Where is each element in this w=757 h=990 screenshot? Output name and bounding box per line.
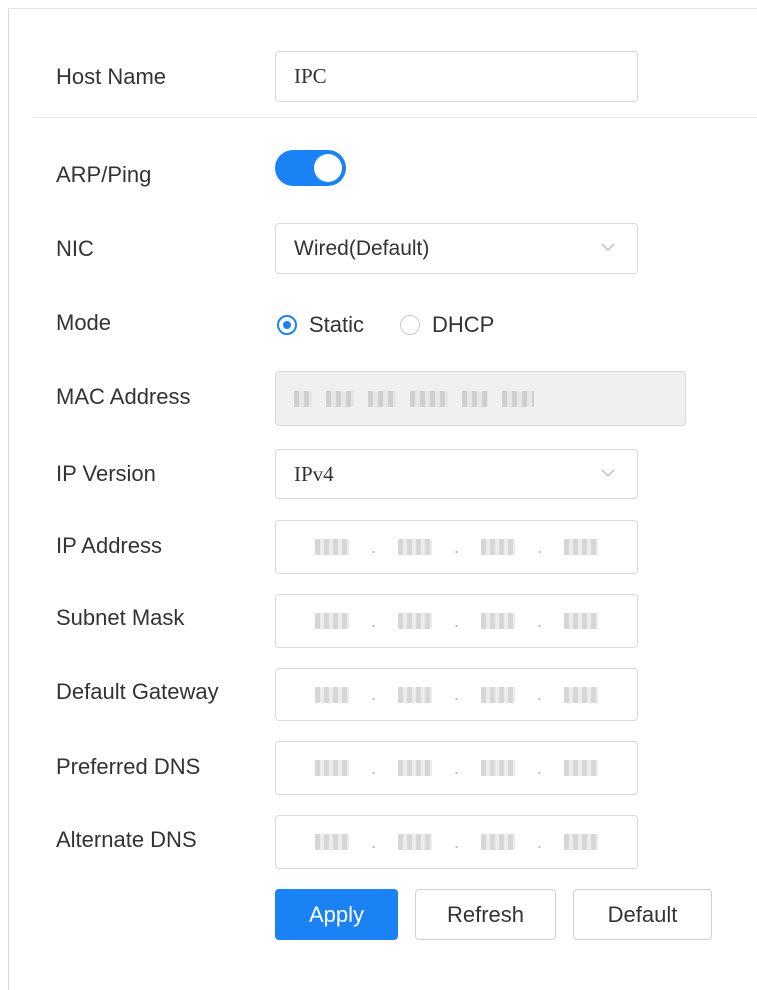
- adns-octet-2[interactable]: [397, 834, 432, 850]
- gateway-octet-2[interactable]: [397, 686, 432, 703]
- default-gateway-input[interactable]: . . .: [275, 668, 638, 721]
- default-button[interactable]: Default: [573, 889, 712, 940]
- gateway-octet-3[interactable]: [480, 686, 515, 703]
- mode-option-static-label: Static: [309, 312, 365, 337]
- chevron-down-icon: [601, 243, 615, 251]
- ip-version-select[interactable]: IPv4: [275, 449, 638, 499]
- subnet-octet-4[interactable]: [563, 613, 598, 629]
- host-name-value: IPC: [294, 64, 327, 88]
- mac-address-field: [275, 371, 686, 426]
- section-divider: [33, 117, 757, 118]
- apply-button[interactable]: Apply: [275, 889, 398, 940]
- nic-select[interactable]: Wired(Default): [275, 223, 638, 274]
- nic-selected-value: Wired(Default): [294, 236, 430, 260]
- ip-octet-1[interactable]: [314, 539, 349, 555]
- alternate-dns-label: Alternate DNS: [56, 827, 197, 852]
- default-gateway-label: Default Gateway: [56, 679, 219, 704]
- refresh-button[interactable]: Refresh: [415, 889, 556, 940]
- host-name-label: Host Name: [56, 64, 167, 89]
- mode-label: Mode: [56, 310, 112, 335]
- toggle-knob: [314, 154, 342, 182]
- chevron-down-icon: [601, 469, 615, 477]
- adns-octet-4[interactable]: [563, 834, 598, 850]
- gateway-octet-1[interactable]: [314, 686, 349, 703]
- subnet-octet-1[interactable]: [314, 613, 349, 629]
- mode-radio-dhcp[interactable]: DHCP: [400, 312, 494, 338]
- pdns-octet-1[interactable]: [314, 760, 349, 776]
- mode-radio-static[interactable]: Static: [277, 312, 364, 338]
- mode-option-dhcp-label: DHCP: [432, 312, 495, 337]
- ip-address-label: IP Address: [56, 533, 162, 558]
- gateway-octet-4[interactable]: [563, 686, 598, 703]
- ip-address-input[interactable]: . . .: [275, 520, 638, 574]
- pdns-octet-2[interactable]: [397, 760, 432, 776]
- ip-version-selected-value: IPv4: [294, 461, 334, 486]
- radio-checked-icon: [277, 315, 297, 335]
- preferred-dns-input[interactable]: . . .: [275, 741, 638, 795]
- ip-octet-2[interactable]: [397, 539, 432, 555]
- mac-address-value-redacted: [294, 390, 534, 407]
- adns-octet-1[interactable]: [314, 834, 349, 850]
- mac-address-label: MAC Address: [56, 384, 191, 409]
- subnet-octet-3[interactable]: [480, 613, 515, 629]
- pdns-octet-4[interactable]: [563, 760, 598, 776]
- subnet-mask-label: Subnet Mask: [56, 605, 185, 630]
- alternate-dns-input[interactable]: . . .: [275, 815, 638, 869]
- ip-octet-4[interactable]: [563, 539, 598, 555]
- ip-version-label: IP Version: [56, 461, 156, 486]
- pdns-octet-3[interactable]: [480, 760, 515, 776]
- adns-octet-3[interactable]: [480, 834, 515, 850]
- arp-ping-toggle[interactable]: [275, 150, 346, 186]
- subnet-mask-input[interactable]: . . .: [275, 594, 638, 648]
- radio-unchecked-icon: [400, 315, 420, 335]
- host-name-input[interactable]: IPC: [275, 51, 638, 102]
- ip-octet-3[interactable]: [480, 539, 515, 555]
- preferred-dns-label: Preferred DNS: [56, 754, 201, 779]
- subnet-octet-2[interactable]: [397, 613, 432, 629]
- arp-ping-label: ARP/Ping: [56, 162, 152, 187]
- nic-label: NIC: [56, 236, 94, 261]
